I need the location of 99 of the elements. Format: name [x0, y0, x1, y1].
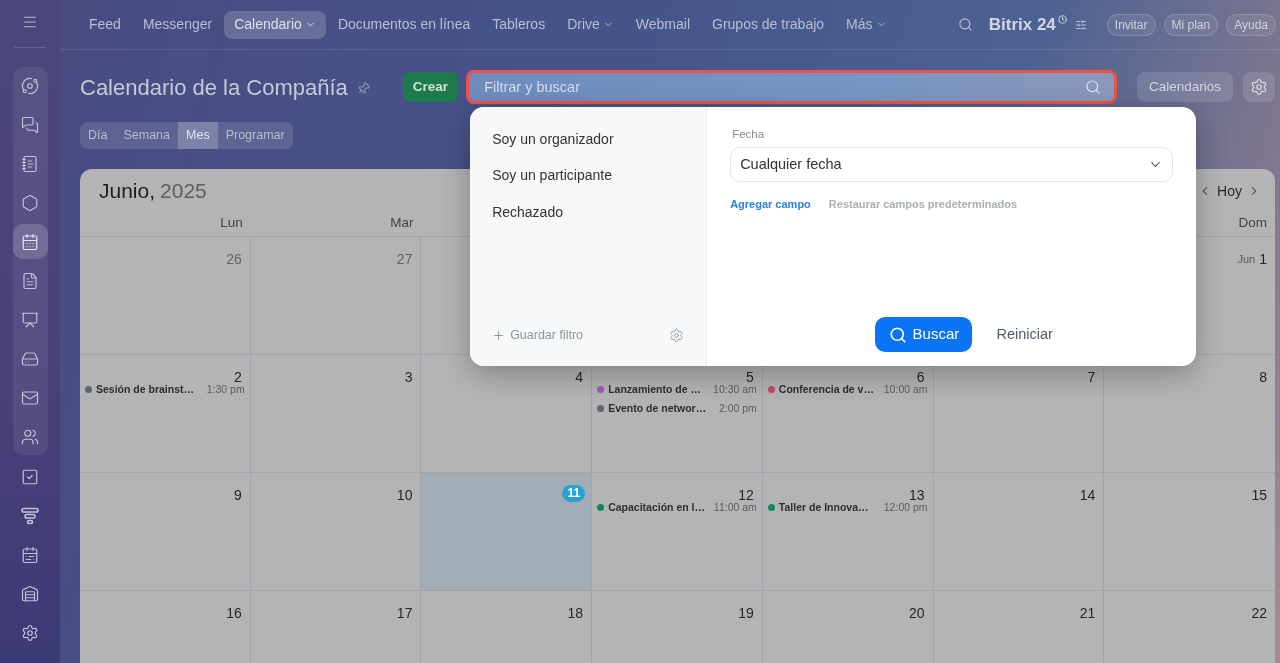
reset-button[interactable]: Reiniciar	[996, 323, 1053, 346]
sidebar-item[interactable]	[12, 224, 48, 259]
plus-icon	[492, 328, 506, 342]
nav-item[interactable]: Drive	[557, 10, 624, 39]
nav-item[interactable]: Más	[836, 10, 897, 39]
document-icon	[21, 271, 39, 290]
nav-item[interactable]: Calendario	[224, 10, 326, 39]
settings-icon	[21, 623, 39, 642]
save-filter-button[interactable]: Guardar filtro	[492, 325, 584, 345]
event-title[interactable]: Evento de networ…	[608, 400, 707, 417]
day-number: 1	[1259, 250, 1268, 267]
day-number: 2	[233, 368, 243, 385]
event-title[interactable]: Lanzamiento de …	[608, 381, 701, 398]
drive-icon	[21, 349, 39, 368]
view-tab[interactable]: Programar	[217, 122, 293, 149]
day-number: 15	[1251, 486, 1268, 503]
chat-icon	[21, 115, 39, 134]
nav-item[interactable]: Documentos en línea	[327, 10, 481, 39]
task-checkbox-icon	[21, 467, 39, 486]
nav-item[interactable]: Grupos de trabajo	[702, 10, 835, 39]
search-button[interactable]: Buscar	[875, 317, 973, 352]
event-title[interactable]: Taller de Innova…	[778, 499, 869, 516]
nav-item[interactable]: Feed	[79, 10, 131, 39]
date-select[interactable]: Cualquier fecha	[730, 147, 1174, 182]
day-number: 18	[567, 604, 585, 621]
page-title: Calendario de la Compañía	[80, 73, 348, 102]
add-field-link[interactable]: Agregar campo	[730, 196, 811, 213]
day-number: 26	[226, 250, 243, 267]
event-title[interactable]: Capacitación en l…	[608, 499, 705, 516]
people-icon	[21, 427, 39, 446]
nav-item[interactable]: Webmail	[625, 10, 700, 39]
search-icon	[888, 325, 907, 344]
day-number: 11	[562, 485, 586, 502]
mail-icon	[21, 388, 39, 407]
filter-preset[interactable]: Rechazado	[492, 194, 563, 231]
header-button[interactable]: Ayuda	[1226, 13, 1276, 36]
day-number: 7	[1087, 368, 1097, 385]
settings-button[interactable]	[1243, 72, 1275, 102]
field-label: Fecha	[731, 127, 765, 141]
day-number: 22	[1251, 604, 1268, 621]
calendars-button[interactable]: Calendarios	[1136, 72, 1233, 102]
year-title: 2025	[160, 178, 207, 205]
day-number: 21	[1079, 604, 1097, 621]
event-time: 11:00 am	[712, 500, 757, 515]
menu-icon[interactable]	[21, 14, 39, 30]
calendar-icon	[21, 545, 39, 564]
month-title: Junio,	[99, 178, 156, 205]
day-number: 13	[909, 486, 926, 503]
day-number: 8	[1259, 368, 1268, 385]
day-number: 20	[909, 604, 926, 621]
search-field[interactable]: Filtrar y buscar	[466, 70, 1117, 104]
presentation-icon	[21, 310, 39, 329]
create-button[interactable]: Crear	[402, 72, 459, 102]
view-tab[interactable]: Día	[80, 122, 116, 149]
orbit-icon	[21, 76, 39, 95]
clock-icon	[1057, 15, 1067, 24]
day-number: 17	[396, 604, 414, 621]
search-icon[interactable]	[957, 17, 973, 32]
search-icon[interactable]	[1084, 79, 1101, 95]
day-number: 16	[226, 604, 243, 621]
hexagon-icon	[21, 193, 39, 212]
day-number: 10	[396, 486, 414, 503]
nav-item[interactable]: Tableros	[482, 10, 556, 39]
event-title[interactable]: Sesión de brainst…	[96, 381, 195, 398]
sliders-icon[interactable]	[1074, 18, 1087, 31]
day-number: 27	[396, 250, 414, 267]
weekday-label: Lun	[220, 214, 243, 232]
event-title[interactable]: Conferencia de v…	[778, 381, 874, 398]
nav-item[interactable]: Messenger	[132, 10, 223, 39]
header-button[interactable]: Invitar	[1106, 13, 1156, 36]
logo-text: Bitrix 24	[988, 13, 1056, 36]
funnel-icon	[21, 506, 39, 525]
day-number: 3	[404, 368, 414, 385]
day-number: 5	[746, 368, 755, 385]
view-tab[interactable]: Semana	[115, 122, 178, 149]
day-number: 6	[916, 368, 926, 385]
weekday-label: Dom	[1238, 214, 1267, 232]
restore-fields-link[interactable]: Restaurar campos predeterminados	[828, 196, 1018, 213]
header-button[interactable]: Mi plan	[1163, 13, 1219, 36]
view-tab[interactable]: Mes	[178, 122, 218, 149]
calendar-icon	[21, 232, 39, 251]
month-label: Jun	[1237, 251, 1256, 267]
event-time: 1:30 pm	[205, 382, 245, 397]
event-time: 10:00 am	[882, 382, 928, 397]
event-time: 12:00 pm	[882, 500, 928, 515]
warehouse-icon	[21, 584, 39, 603]
event-time: 10:30 am	[712, 382, 757, 397]
day-number: 14	[1079, 486, 1097, 503]
filter-preset[interactable]: Soy un organizador	[492, 121, 614, 158]
day-number: 4	[575, 368, 585, 385]
settings-icon	[1250, 78, 1268, 96]
notebook-icon	[21, 154, 39, 173]
today-button[interactable]: Hoy	[1217, 180, 1242, 202]
day-number: 9	[233, 486, 243, 503]
day-number: 12	[738, 486, 755, 503]
day-number: 19	[738, 604, 755, 621]
filter-preset[interactable]: Soy un participante	[492, 157, 612, 194]
weekday-label: Mar	[390, 214, 414, 232]
event-time: 2:00 pm	[717, 400, 757, 416]
